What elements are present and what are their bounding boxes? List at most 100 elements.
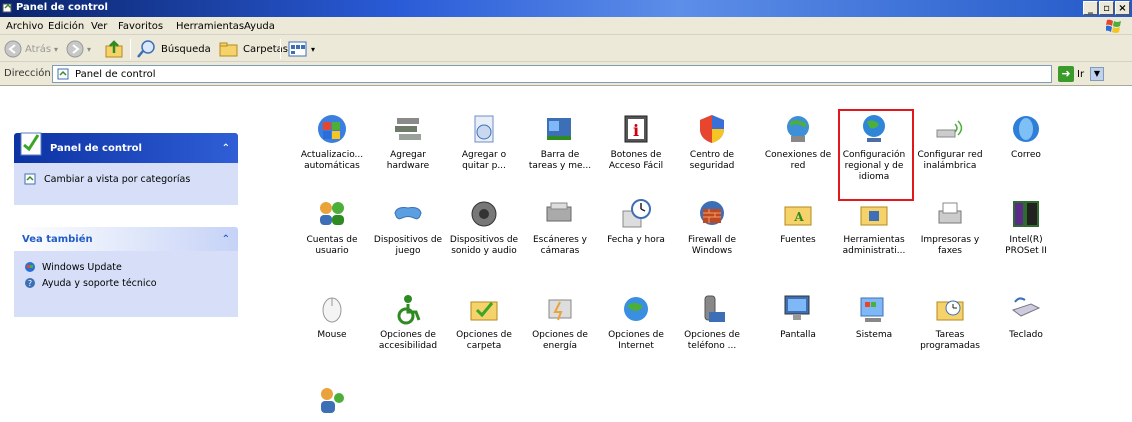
windows-update-icon [318,115,346,143]
help-icon: ? [25,278,35,288]
control-panel-item-label: Sistema [855,330,893,340]
control-panel-item[interactable]: Escáneres y cámaras [522,197,598,257]
user-accounts-2-icon [321,388,344,413]
add-hardware-icon [395,118,421,140]
control-panel-item[interactable]: Firewall de Windows [674,197,750,257]
control-panel-item-label: Opciones de energía [532,330,588,351]
go-label: Ir [1077,68,1085,80]
control-panel-item-label: Barra de tareas y me... [528,150,592,171]
control-panel-item[interactable]: Intel(R) PROSet II [988,197,1064,257]
mouse-icon [322,297,342,323]
control-panel-item-label: Tareas programadas [920,330,980,351]
control-panel-item-label: Agregar o quitar p... [461,150,507,171]
control-panel-item-label: Opciones de carpeta [456,330,512,351]
folders-button[interactable]: Carpetas [218,39,288,59]
control-panel-item[interactable]: Centro de seguridad [674,112,750,172]
admin-tools-icon [860,206,888,226]
control-panel-item[interactable]: Fecha y hora [598,197,674,246]
printers-faxes-icon [938,202,962,224]
control-panel-item[interactable]: Herramientas administrati... [836,197,912,257]
switch-category-view-link[interactable]: Cambiar a vista por categorías [24,171,228,187]
maximize-button[interactable]: ▫ [1099,1,1114,15]
windows-update-link[interactable]: Windows Update [24,259,228,275]
control-panel-item[interactable]: Mouse [294,292,370,341]
control-panel-item[interactable]: Opciones de teléfono ... [674,292,750,352]
control-panel-item-label: Herramientas administrati... [842,235,906,256]
control-panel-item-label: Impresoras y faxes [920,235,980,256]
power-options-icon [548,299,572,321]
control-panel-item-label: Correo [1011,150,1041,160]
category-view-icon [24,173,36,185]
wireless-network-icon [936,120,963,138]
control-panel-item[interactable]: Actualizacio... automáticas [294,112,370,172]
help-support-link[interactable]: ? Ayuda y soporte técnico [24,275,228,291]
back-dropdown-icon[interactable]: ▾ [54,45,58,54]
control-panel-item[interactable]: Dispositivos de sonido y audio [446,197,522,257]
menu-bar: Archivo Edición Ver Favoritos Herramient… [0,17,1132,35]
control-panel-item-label: Pantalla [780,330,816,340]
forward-button[interactable]: ▾ [66,39,91,59]
address-dropdown-button[interactable]: ▼ [1090,67,1104,81]
forward-arrow-icon [66,40,84,58]
control-panel-item-label: Centro de seguridad [689,150,735,171]
address-field[interactable]: Panel de control ▼ [52,65,1104,83]
internet-options-icon [624,297,648,321]
collapse-chevron-icon[interactable]: ⌃ [222,234,230,245]
see-also-header[interactable]: Vea también ⌃ [14,227,238,251]
go-arrow-icon: ➜ [1058,66,1074,82]
search-button[interactable]: Búsqueda [136,39,211,59]
control-panel-item-label: Opciones de Internet [608,330,664,351]
control-panel-item[interactable]: Opciones de Internet [598,292,674,352]
control-panel-item[interactable]: A Fuentes [760,197,836,246]
system-icon [860,297,884,322]
close-button[interactable]: × [1115,1,1130,15]
control-panel-item-label: Opciones de teléfono ... [684,330,740,351]
control-panel-item[interactable]: Impresoras y faxes [912,197,988,257]
up-folder-button[interactable] [104,39,126,59]
folders-icon [219,42,238,57]
add-remove-programs-icon [474,115,494,143]
control-panel-item[interactable]: Tareas programadas [912,292,988,352]
see-also-task-pane: Vea también ⌃ Windows Update ? Ayuda y s… [14,227,238,317]
forward-dropdown-icon[interactable]: ▾ [87,45,91,54]
control-panel-item[interactable]: Correo [988,112,1064,161]
menu-file[interactable]: Archivo [6,21,43,32]
menu-tools[interactable]: Herramientas [176,21,244,32]
phone-modem-icon [704,295,725,322]
menu-view[interactable]: Ver [91,21,107,32]
views-icon [288,41,307,57]
menu-favorites[interactable]: Favoritos [118,21,163,32]
control-panel-item-label: Conexiones de red [764,150,832,171]
control-panel-item[interactable]: Agregar hardware [370,112,446,172]
control-panel-item-label: Intel(R) PROSet II [1005,235,1047,256]
menu-edit[interactable]: Edición [48,21,84,32]
switch-category-view-label: Cambiar a vista por categorías [44,173,191,185]
up-folder-icon [105,40,123,58]
back-arrow-icon [4,40,22,58]
minimize-button[interactable]: _ [1083,1,1098,15]
control-panel-item[interactable]: Agregar o quitar p... [446,112,522,172]
control-panel-item[interactable]: Barra de tareas y me... [522,112,598,172]
control-panel-item[interactable]: Opciones de energía [522,292,598,352]
control-panel-item[interactable]: Cuentas de usuario [294,197,370,257]
control-panel-item[interactable]: Conexiones de red [760,112,836,172]
control-panel-item[interactable]: Configurar red inalámbrica [912,112,988,172]
control-panel-item[interactable]: Opciones de accesibilidad [370,292,446,352]
control-panel-item-label: Firewall de Windows [687,235,737,256]
control-panel-item[interactable]: Opciones de carpeta [446,292,522,352]
control-panel-item[interactable]: Pantalla [760,292,836,341]
windows-update-label: Windows Update [42,261,122,273]
control-panel-item[interactable]: Teclado [988,292,1064,341]
control-panel-item[interactable]: Sistema [836,292,912,341]
control-panel-item[interactable] [294,384,370,422]
accessibility-buttons-icon: i [624,115,648,143]
views-button[interactable]: ▾ [288,39,315,59]
control-panel-item[interactable]: i Botones de Acceso Fácil [598,112,674,172]
go-button[interactable]: ➜ Ir [1058,66,1084,82]
search-label: Búsqueda [161,43,211,55]
back-button[interactable]: Atrás ▾ [4,39,58,59]
control-panel-item[interactable]: Dispositivos de juego [370,197,446,257]
collapse-chevron-icon[interactable]: ⌃ [222,143,230,154]
security-center-icon [700,115,724,143]
menu-help[interactable]: Ayuda [244,21,275,32]
